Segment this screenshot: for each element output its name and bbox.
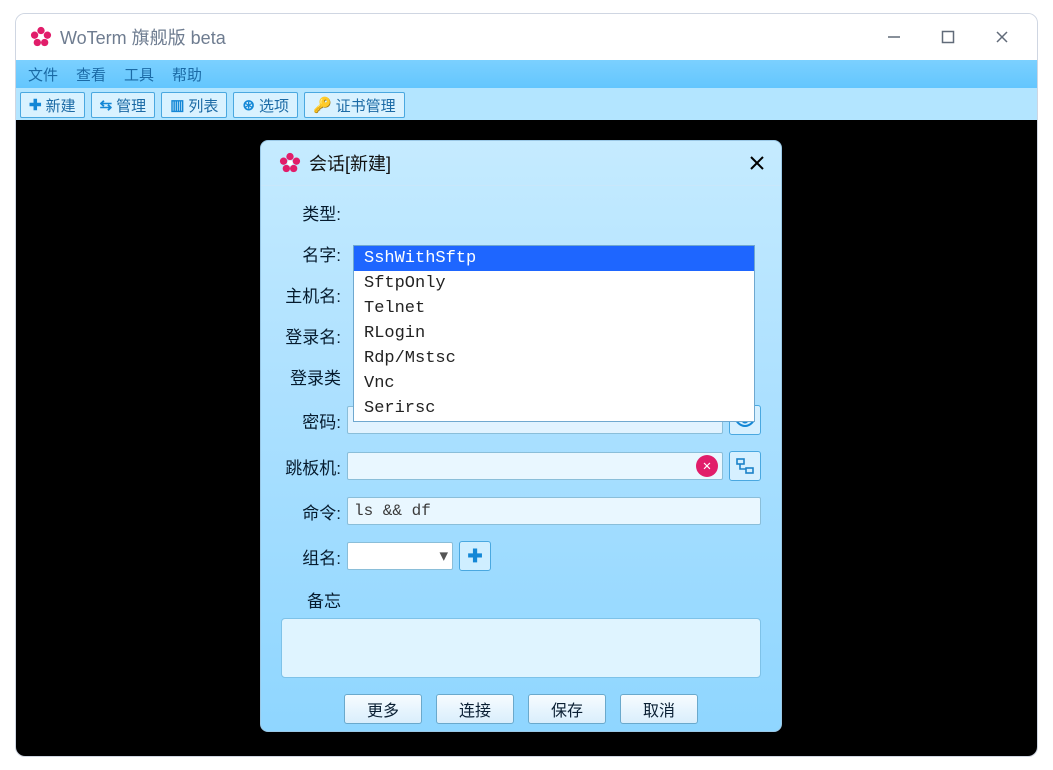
maximize-button[interactable] <box>921 17 975 57</box>
type-option-sftponly[interactable]: SftpOnly <box>354 271 754 296</box>
type-option-telnet[interactable]: Telnet <box>354 296 754 321</box>
browse-jumphost-button[interactable] <box>729 451 761 481</box>
toolbar-options-label: 选项 <box>259 95 289 116</box>
toolbar-list-label: 列表 <box>188 95 218 116</box>
new-session-dialog: 会话[新建] 类型: 名字: 主机名: 登录名: 登录类 密码: 跳板机: <box>260 140 782 732</box>
connect-button[interactable]: 连接 <box>436 694 514 724</box>
app-logo-icon <box>30 26 52 48</box>
type-option-vnc[interactable]: Vnc <box>354 371 754 396</box>
label-password: 密码: <box>281 408 341 433</box>
clear-jumphost-button[interactable]: ✕ <box>696 455 718 477</box>
toolbar-options[interactable]: ⊛选项 <box>233 92 298 118</box>
label-memo: 备忘 <box>281 587 341 612</box>
plus-icon: ✚ <box>29 96 42 114</box>
menu-bar: 文件 查看 工具 帮助 <box>16 60 1037 88</box>
save-button[interactable]: 保存 <box>528 694 606 724</box>
label-command: 命令: <box>281 499 341 524</box>
toolbar-cert-label: 证书管理 <box>336 95 396 116</box>
toolbar-list[interactable]: ▥列表 <box>161 92 227 118</box>
plus-icon: ✚ <box>467 546 482 567</box>
label-logintype: 登录类 <box>281 364 341 389</box>
toolbar-new[interactable]: ✚新建 <box>20 92 85 118</box>
add-group-button[interactable]: ✚ <box>459 541 491 571</box>
type-option-sshwithsftp[interactable]: SshWithSftp <box>354 246 754 271</box>
toolbar-cert[interactable]: 🔑证书管理 <box>304 92 405 118</box>
menu-help[interactable]: 帮助 <box>172 64 202 85</box>
minimize-button[interactable] <box>867 17 921 57</box>
list-icon: ▥ <box>170 96 184 114</box>
gear-icon: ⊛ <box>242 96 255 114</box>
menu-tools[interactable]: 工具 <box>124 64 154 85</box>
group-select[interactable]: ▾ <box>347 542 453 570</box>
type-option-serial[interactable]: Serirsc <box>354 396 754 421</box>
cancel-button[interactable]: 取消 <box>620 694 698 724</box>
toolbar-new-label: 新建 <box>46 95 76 116</box>
toolbar-manage[interactable]: ⇆管理 <box>91 92 156 118</box>
toolbar: ✚新建 ⇆管理 ▥列表 ⊛选项 🔑证书管理 <box>16 88 1037 123</box>
label-group: 组名: <box>281 544 341 569</box>
dialog-header: 会话[新建] <box>261 141 781 186</box>
swap-icon: ⇆ <box>100 96 113 114</box>
menu-file[interactable]: 文件 <box>28 64 58 85</box>
dialog-title: 会话[新建] <box>309 150 391 176</box>
window-title: WoTerm 旗舰版 beta <box>60 24 226 50</box>
label-login: 登录名: <box>281 323 341 348</box>
type-dropdown: SshWithSftp SftpOnly Telnet RLogin Rdp/M… <box>353 245 755 422</box>
type-option-rlogin[interactable]: RLogin <box>354 321 754 346</box>
memo-textarea[interactable] <box>281 618 761 678</box>
key-icon: 🔑 <box>313 96 332 114</box>
chevron-down-icon: ▾ <box>439 546 448 566</box>
command-field[interactable]: ls && df <box>347 497 761 525</box>
label-type: 类型: <box>281 200 341 225</box>
label-jump: 跳板机: <box>281 454 341 479</box>
more-button[interactable]: 更多 <box>344 694 422 724</box>
menu-view[interactable]: 查看 <box>76 64 106 85</box>
label-host: 主机名: <box>281 282 341 307</box>
dialog-logo-icon <box>279 152 301 174</box>
label-name: 名字: <box>281 241 341 266</box>
dialog-close-button[interactable] <box>745 151 769 175</box>
close-button[interactable] <box>975 17 1029 57</box>
jumphost-field[interactable]: ✕ <box>347 452 723 480</box>
type-option-rdp[interactable]: Rdp/Mstsc <box>354 346 754 371</box>
title-bar: WoTerm 旗舰版 beta <box>16 14 1037 60</box>
toolbar-manage-label: 管理 <box>116 95 146 116</box>
